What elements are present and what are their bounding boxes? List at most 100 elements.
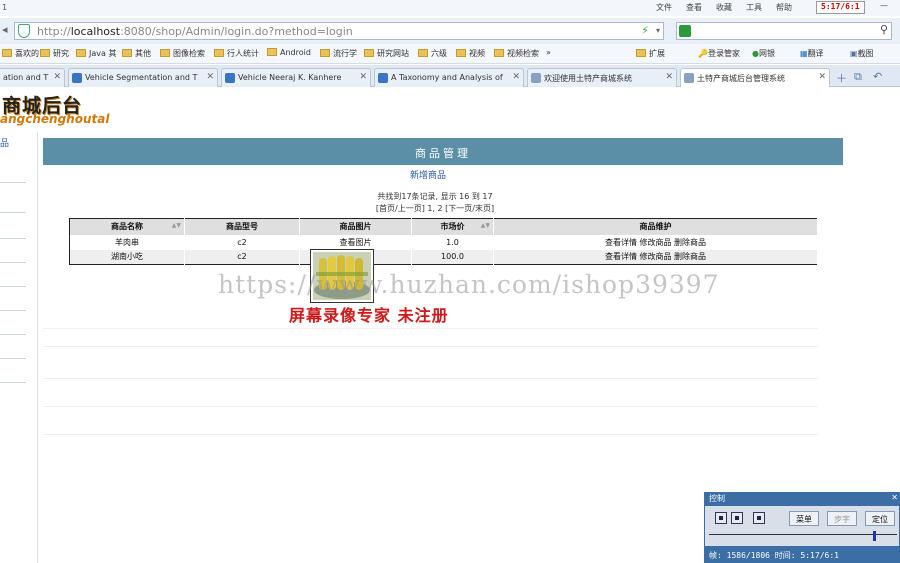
divider	[43, 328, 818, 329]
search-box[interactable]: ⚲	[676, 22, 892, 40]
tab-0[interactable]: ation and T ✕	[0, 68, 65, 87]
screenshot-button[interactable]: ▣截图	[850, 48, 874, 59]
close-tab-icon[interactable]: ✕	[53, 72, 61, 82]
bookmark-video-retrieval[interactable]: 视频检索	[494, 48, 539, 59]
address-row: ◂ http://localhost:8080/shop/Admin/login…	[0, 18, 900, 44]
menu-file[interactable]: 文件	[656, 2, 672, 13]
sidebar-divider	[0, 238, 26, 239]
sidebar-divider	[0, 382, 26, 383]
bookmark-image-retrieval[interactable]: 图像检索	[160, 48, 205, 59]
grid-icon	[636, 49, 646, 57]
bookmark-other[interactable]: 其他	[122, 48, 151, 59]
sidebar-divider	[0, 212, 26, 213]
cell-model: c2	[184, 234, 300, 250]
menu-tools[interactable]: 工具	[746, 2, 762, 13]
tab-1[interactable]: Vehicle Segmentation and T ✕	[68, 68, 218, 87]
translate-button[interactable]: ▦翻译	[800, 48, 824, 59]
bookmark-favorites[interactable]: 喜欢的	[2, 48, 39, 59]
tab-5[interactable]: 土特产商城后台管理系统 ✕	[680, 68, 830, 87]
column-header-price[interactable]: 市场价 ▲▼	[411, 218, 494, 235]
timeline-thumb[interactable]	[873, 531, 876, 541]
divider	[43, 346, 818, 347]
timeline-track[interactable]	[709, 534, 897, 540]
lightning-icon[interactable]: ⚡	[641, 24, 649, 37]
stop-icon[interactable]	[753, 512, 765, 524]
login-manager-button[interactable]: 🔑登录管家	[698, 48, 740, 59]
step-button[interactable]: 步字	[827, 511, 857, 526]
pagination[interactable]: [首页/上一页] 1, 2 [下一页/末页]	[300, 203, 570, 214]
menu-favorites[interactable]: 收藏	[716, 2, 732, 13]
cell-name: 羊肉串	[69, 234, 185, 250]
address-bar[interactable]: http://localhost:8080/shop/Admin/login.d…	[14, 22, 664, 40]
google-scholar-icon	[225, 73, 235, 83]
row-actions[interactable]: 查看详情 修改商品 删除商品	[493, 234, 818, 250]
row-actions[interactable]: 查看详情 修改商品 删除商品	[493, 249, 818, 265]
undo-arrow-icon[interactable]: ↶	[873, 70, 882, 83]
locate-button[interactable]: 定位	[865, 511, 895, 526]
search-engine-icon[interactable]	[679, 25, 691, 37]
column-header-actions[interactable]: 商品维护	[493, 218, 818, 235]
bookmark-research[interactable]: 研究	[40, 48, 69, 59]
record-icon[interactable]	[715, 512, 727, 524]
bookmarks-overflow-icon[interactable]: »	[546, 48, 551, 57]
add-product-link[interactable]: 新增商品	[410, 168, 446, 181]
bookmark-research-sites[interactable]: 研究网站	[364, 48, 409, 59]
menu-button[interactable]: 菜单	[789, 511, 819, 526]
menu-help[interactable]: 帮助	[776, 2, 792, 13]
bookmark-pedestrian[interactable]: 行人统计	[214, 48, 259, 59]
tab-4[interactable]: 欢迎使用土特产商城系统 ✕	[527, 68, 677, 87]
sidebar-divider	[0, 334, 26, 335]
google-scholar-icon	[72, 73, 82, 83]
recorder-title-bar: 控制 ✕	[705, 493, 900, 506]
divider	[43, 406, 818, 407]
column-header-image[interactable]: 商品图片	[299, 218, 412, 235]
sidebar-item-products[interactable]: 品	[0, 136, 9, 149]
close-tab-icon[interactable]: ✕	[818, 72, 826, 82]
folder-icon	[494, 49, 504, 57]
folder-icon	[122, 49, 132, 57]
search-icon[interactable]: ⚲	[880, 23, 888, 36]
menu-view[interactable]: 查看	[686, 2, 702, 13]
back-icon[interactable]: ◂	[2, 23, 8, 36]
bookmark-cet6[interactable]: 六级	[418, 48, 447, 59]
watermark-url: https://www.huzhan.com/ishop39397	[218, 270, 720, 299]
online-banking-button[interactable]: ●网银	[752, 48, 775, 59]
column-header-model[interactable]: 商品型号	[184, 218, 300, 235]
sidebar-divider	[0, 182, 26, 183]
tab-3[interactable]: A Taxonomy and Analysis of ✕	[374, 68, 524, 87]
tab-2[interactable]: Vehicle Neeraj K. Kanhere ✕	[221, 68, 371, 87]
address-dropdown-icon[interactable]: ▾	[656, 26, 660, 35]
page-title: 商品管理	[415, 147, 471, 160]
sort-icon[interactable]: ▲▼	[481, 222, 490, 229]
bookmark-java[interactable]: Java 其	[76, 48, 116, 59]
close-tab-icon[interactable]: ✕	[206, 72, 214, 82]
window-title: 1	[2, 3, 8, 12]
close-tab-icon[interactable]: ✕	[665, 72, 673, 82]
new-tab-icon[interactable]: ＋	[836, 70, 847, 86]
close-tab-icon[interactable]: ✕	[512, 72, 520, 82]
view-image-link[interactable]: 查看图片	[299, 234, 412, 250]
minimize-icon[interactable]: —	[880, 1, 888, 10]
pause-icon[interactable]	[731, 512, 743, 524]
restore-tab-icon[interactable]: ⧉	[854, 70, 862, 84]
cell-price: 1.0	[411, 234, 494, 250]
close-tab-icon[interactable]: ✕	[359, 72, 367, 82]
sidebar-divider	[0, 358, 26, 359]
folder-icon	[364, 49, 374, 57]
column-header-name[interactable]: 商品名称 ▲▼	[69, 218, 185, 235]
shield-icon: ●	[752, 49, 759, 58]
google-scholar-icon	[378, 73, 388, 83]
close-icon[interactable]: ✕	[891, 493, 898, 502]
record-summary: 共找到17条记录, 显示 16 到 17	[377, 192, 493, 201]
security-shield-icon	[18, 24, 30, 38]
bookmark-android[interactable]: Android	[267, 48, 311, 57]
bookmark-popular[interactable]: 流行学	[320, 48, 357, 59]
site-logo-subtitle: angchenghoutal	[0, 112, 110, 126]
table-header-row: 商品名称 ▲▼ 商品型号 商品图片 市场价 ▲▼ 商品维护	[69, 218, 818, 235]
address-url[interactable]: http://localhost:8080/shop/Admin/login.d…	[37, 25, 353, 38]
bookmark-video[interactable]: 视频	[456, 48, 485, 59]
sort-icon[interactable]: ▲▼	[172, 222, 181, 229]
recorder-control-panel: 控制 ✕ 菜单 步字 定位 帧: 1586/1806 时间: 5:17/6:1	[704, 492, 900, 563]
sidebar-divider	[0, 286, 26, 287]
extensions-button[interactable]: 扩展	[636, 48, 665, 59]
